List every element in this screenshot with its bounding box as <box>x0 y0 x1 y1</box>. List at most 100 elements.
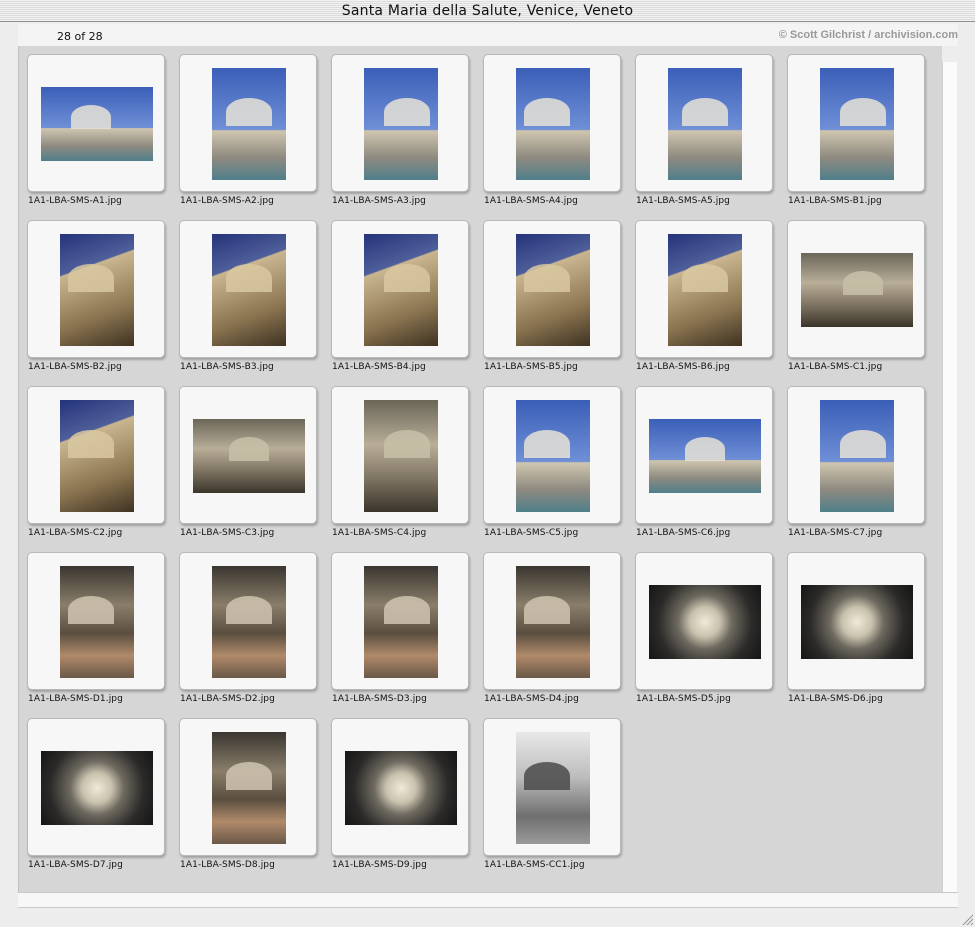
thumbnail-image[interactable] <box>801 585 913 659</box>
thumbnail-cell[interactable]: 1A1-LBA-SMS-C6.jpg <box>628 378 780 544</box>
thumbnail-image[interactable] <box>820 400 894 512</box>
thumbnail-image[interactable] <box>60 234 134 346</box>
thumbnail-image[interactable] <box>193 419 305 493</box>
thumbnail-cell[interactable]: 1A1-LBA-SMS-D4.jpg <box>476 544 628 710</box>
thumbnail-cell[interactable]: 1A1-LBA-SMS-D8.jpg <box>172 710 324 876</box>
thumbnail-image[interactable] <box>801 253 913 327</box>
thumbnail-frame[interactable] <box>179 386 317 524</box>
thumbnail-frame[interactable] <box>787 54 925 192</box>
thumbnail-cell[interactable]: 1A1-LBA-SMS-A1.jpg <box>20 46 172 212</box>
thumbnail-frame[interactable] <box>483 220 621 358</box>
thumbnail-frame[interactable] <box>179 718 317 856</box>
thumbnail-cell[interactable]: 1A1-LBA-SMS-D1.jpg <box>20 544 172 710</box>
thumbnail-cell[interactable]: 1A1-LBA-SMS-C5.jpg <box>476 378 628 544</box>
thumbnail-frame[interactable] <box>635 54 773 192</box>
thumbnail-cell[interactable]: 1A1-LBA-SMS-CC1.jpg <box>476 710 628 876</box>
info-bar: 28 of 28 © Scott Gilchrist / archivision… <box>18 24 958 46</box>
thumbnail-cell[interactable]: 1A1-LBA-SMS-C2.jpg <box>20 378 172 544</box>
thumbnail-frame[interactable] <box>179 220 317 358</box>
thumbnail-cell[interactable]: 1A1-LBA-SMS-B4.jpg <box>324 212 476 378</box>
thumbnail-image[interactable] <box>41 751 153 825</box>
thumbnail-cell[interactable]: 1A1-LBA-SMS-D5.jpg <box>628 544 780 710</box>
thumbnail-cell[interactable]: 1A1-LBA-SMS-B3.jpg <box>172 212 324 378</box>
thumbnail-image[interactable] <box>516 68 590 180</box>
thumbnail-filename: 1A1-LBA-SMS-D6.jpg <box>788 694 883 704</box>
thumbnail-frame[interactable] <box>787 552 925 690</box>
thumbnail-filename: 1A1-LBA-SMS-CC1.jpg <box>484 860 585 870</box>
thumbnail-image[interactable] <box>649 585 761 659</box>
thumbnail-image[interactable] <box>516 400 590 512</box>
thumbnail-cell[interactable]: 1A1-LBA-SMS-C1.jpg <box>780 212 932 378</box>
thumbnail-cell[interactable]: 1A1-LBA-SMS-B1.jpg <box>780 46 932 212</box>
thumbnail-image[interactable] <box>60 400 134 512</box>
thumbnail-cell[interactable]: 1A1-LBA-SMS-B5.jpg <box>476 212 628 378</box>
thumbnail-filename: 1A1-LBA-SMS-B5.jpg <box>484 362 578 372</box>
thumbnail-image[interactable] <box>212 234 286 346</box>
thumbnail-image[interactable] <box>649 419 761 493</box>
thumbnail-image[interactable] <box>364 68 438 180</box>
thumbnail-filename: 1A1-LBA-SMS-D9.jpg <box>332 860 427 870</box>
thumbnail-frame[interactable] <box>635 552 773 690</box>
resize-grip-icon[interactable] <box>961 913 973 925</box>
thumbnail-frame[interactable] <box>483 552 621 690</box>
thumbnail-filename: 1A1-LBA-SMS-D1.jpg <box>28 694 123 704</box>
thumbnail-image[interactable] <box>364 234 438 346</box>
thumbnail-cell[interactable]: 1A1-LBA-SMS-D2.jpg <box>172 544 324 710</box>
thumbnail-image[interactable] <box>212 732 286 844</box>
thumbnail-cell[interactable]: 1A1-LBA-SMS-D3.jpg <box>324 544 476 710</box>
thumbnail-image[interactable] <box>41 87 153 161</box>
thumbnail-frame[interactable] <box>331 552 469 690</box>
thumbnail-cell[interactable]: 1A1-LBA-SMS-A5.jpg <box>628 46 780 212</box>
thumbnail-filename: 1A1-LBA-SMS-C5.jpg <box>484 528 579 538</box>
thumbnail-frame[interactable] <box>331 220 469 358</box>
thumbnail-frame[interactable] <box>27 718 165 856</box>
thumbnail-image[interactable] <box>212 566 286 678</box>
dome-shape-icon <box>384 596 430 624</box>
thumbnail-frame[interactable] <box>27 552 165 690</box>
thumbnail-frame[interactable] <box>179 552 317 690</box>
thumbnail-cell[interactable]: 1A1-LBA-SMS-A3.jpg <box>324 46 476 212</box>
vertical-scrollbar[interactable] <box>942 62 957 892</box>
thumbnail-cell[interactable]: 1A1-LBA-SMS-A4.jpg <box>476 46 628 212</box>
thumbnail-cell[interactable]: 1A1-LBA-SMS-C3.jpg <box>172 378 324 544</box>
thumbnail-frame[interactable] <box>331 54 469 192</box>
thumbnail-frame[interactable] <box>483 718 621 856</box>
thumbnail-image[interactable] <box>820 68 894 180</box>
thumbnail-image[interactable] <box>668 68 742 180</box>
thumbnail-cell[interactable]: 1A1-LBA-SMS-D9.jpg <box>324 710 476 876</box>
thumbnail-frame[interactable] <box>27 54 165 192</box>
thumbnail-cell[interactable]: 1A1-LBA-SMS-B2.jpg <box>20 212 172 378</box>
thumbnail-image[interactable] <box>364 566 438 678</box>
thumbnail-cell[interactable]: 1A1-LBA-SMS-D6.jpg <box>780 544 932 710</box>
thumbnail-frame[interactable] <box>331 718 469 856</box>
thumbnail-cell[interactable]: 1A1-LBA-SMS-C4.jpg <box>324 378 476 544</box>
thumbnail-frame[interactable] <box>331 386 469 524</box>
thumbnail-filename: 1A1-LBA-SMS-C7.jpg <box>788 528 883 538</box>
thumbnail-frame[interactable] <box>483 54 621 192</box>
thumbnail-cell[interactable]: 1A1-LBA-SMS-D7.jpg <box>20 710 172 876</box>
thumbnail-filename: 1A1-LBA-SMS-C2.jpg <box>28 528 123 538</box>
dome-shape-icon <box>226 596 272 624</box>
thumbnail-frame[interactable] <box>27 220 165 358</box>
thumbnail-image[interactable] <box>516 566 590 678</box>
window-titlebar[interactable]: Santa Maria della Salute, Venice, Veneto <box>0 0 975 22</box>
thumbnail-image[interactable] <box>212 68 286 180</box>
thumbnail-frame[interactable] <box>787 220 925 358</box>
thumbnail-frame[interactable] <box>787 386 925 524</box>
thumbnail-frame[interactable] <box>635 220 773 358</box>
horizontal-scrollbar[interactable] <box>18 892 958 908</box>
thumbnail-image[interactable] <box>60 566 134 678</box>
thumbnail-image[interactable] <box>516 234 590 346</box>
thumbnail-frame[interactable] <box>27 386 165 524</box>
thumbnail-frame[interactable] <box>179 54 317 192</box>
thumbnail-frame[interactable] <box>635 386 773 524</box>
thumbnail-image[interactable] <box>516 732 590 844</box>
thumbnail-frame[interactable] <box>483 386 621 524</box>
thumbnail-image[interactable] <box>668 234 742 346</box>
thumbnail-image[interactable] <box>364 400 438 512</box>
thumbnail-filename: 1A1-LBA-SMS-C3.jpg <box>180 528 275 538</box>
thumbnail-cell[interactable]: 1A1-LBA-SMS-A2.jpg <box>172 46 324 212</box>
thumbnail-cell[interactable]: 1A1-LBA-SMS-B6.jpg <box>628 212 780 378</box>
thumbnail-cell[interactable]: 1A1-LBA-SMS-C7.jpg <box>780 378 932 544</box>
thumbnail-image[interactable] <box>345 751 457 825</box>
